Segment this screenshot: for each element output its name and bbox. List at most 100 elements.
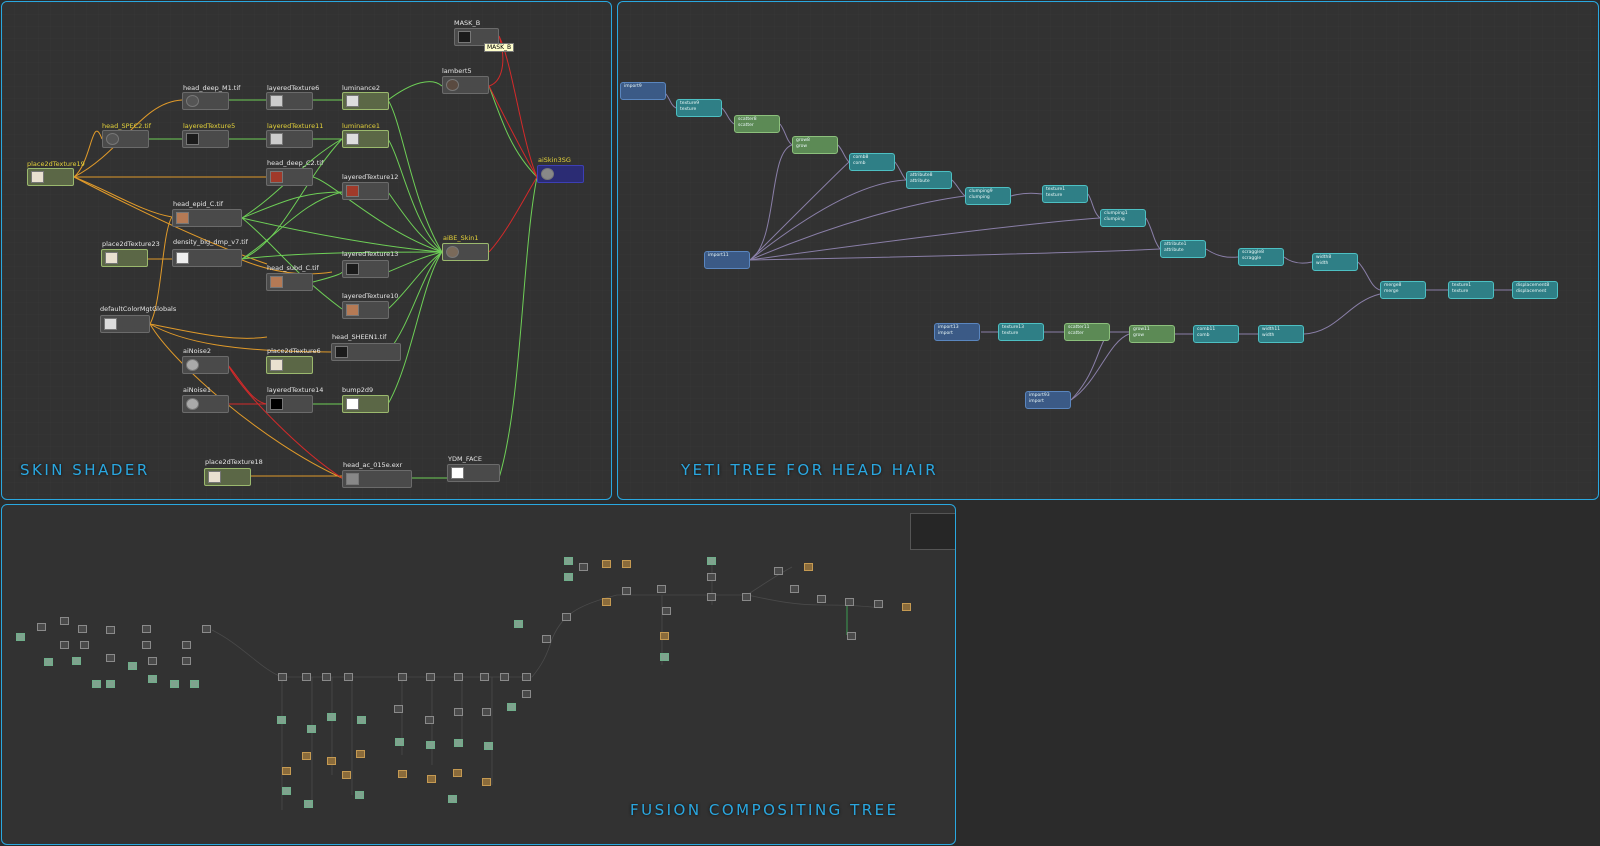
node-head-ac[interactable] [342, 470, 412, 488]
fusion-node[interactable] [106, 680, 115, 688]
fusion-node[interactable] [662, 607, 671, 615]
yeti-node-texture9[interactable]: texture9 texture [676, 99, 722, 117]
fusion-node[interactable] [60, 641, 69, 649]
fusion-node[interactable] [500, 673, 509, 681]
yeti-node-grow11[interactable]: grow11 grow [1129, 325, 1175, 343]
fusion-node[interactable] [322, 673, 331, 681]
node-lambert5[interactable] [442, 76, 489, 94]
fusion-node[interactable] [142, 625, 151, 633]
fusion-node[interactable] [44, 658, 53, 666]
fusion-node[interactable] [514, 620, 523, 628]
fusion-node[interactable] [327, 713, 336, 721]
fusion-node[interactable] [522, 690, 531, 698]
node-head-spec2[interactable] [102, 130, 149, 148]
fusion-node[interactable] [398, 673, 407, 681]
node-aiskin3sg[interactable] [537, 165, 584, 183]
fusion-node[interactable] [342, 771, 351, 779]
skin-shader-panel[interactable]: MASK_B MASK_B lambert5 head_deep_M1.tif … [1, 1, 612, 500]
fusion-node[interactable] [774, 567, 783, 575]
fusion-node[interactable] [657, 585, 666, 593]
fusion-node[interactable] [344, 673, 353, 681]
fusion-node[interactable] [60, 617, 69, 625]
fusion-node[interactable] [602, 560, 611, 568]
yeti-node-width8[interactable]: width8 width [1312, 253, 1358, 271]
fusion-node[interactable] [106, 626, 115, 634]
fusion-node[interactable] [564, 573, 573, 581]
fusion-node[interactable] [804, 563, 813, 571]
fusion-node[interactable] [707, 573, 716, 581]
node-ainoise1[interactable] [182, 395, 229, 413]
fusion-node[interactable] [278, 673, 287, 681]
fusion-node[interactable] [902, 603, 911, 611]
yeti-node-width11[interactable]: width11 width [1258, 325, 1304, 343]
fusion-node[interactable] [507, 703, 516, 711]
fusion-node[interactable] [622, 560, 631, 568]
fusion-node[interactable] [72, 657, 81, 665]
fusion-node[interactable] [182, 641, 191, 649]
fusion-node[interactable] [480, 673, 489, 681]
node-luminance2[interactable] [342, 92, 389, 110]
node-head-deep-m1[interactable] [182, 92, 229, 110]
fusion-node[interactable] [562, 613, 571, 621]
yeti-node-texture13[interactable]: texture13 texture [998, 323, 1044, 341]
yeti-node-texture1[interactable]: texture1 texture [1448, 281, 1494, 299]
node-layered6[interactable] [266, 92, 313, 110]
yeti-node-grow8[interactable]: grow8 grow [792, 136, 838, 154]
fusion-node[interactable] [707, 557, 716, 565]
fusion-node[interactable] [482, 708, 491, 716]
node-layered14[interactable] [266, 395, 313, 413]
fusion-node[interactable] [542, 635, 551, 643]
fusion-node[interactable] [847, 632, 856, 640]
fusion-node[interactable] [453, 769, 462, 777]
node-layered12[interactable] [342, 182, 389, 200]
fusion-node[interactable] [356, 750, 365, 758]
fusion-node[interactable] [707, 593, 716, 601]
node-head-deep-c2[interactable] [266, 168, 313, 186]
yeti-node-scatter8[interactable]: scatter8 scatter [734, 115, 780, 133]
fusion-compositing-panel[interactable]: FUSION COMPOSITING TREE [1, 504, 956, 845]
fusion-node[interactable] [302, 752, 311, 760]
fusion-node[interactable] [602, 598, 611, 606]
node-place2d6[interactable] [266, 356, 313, 374]
fusion-node[interactable] [425, 716, 434, 724]
yeti-node-import9[interactable]: import9 [620, 82, 666, 100]
node-ainoise2[interactable] [182, 356, 229, 374]
fusion-node[interactable] [454, 708, 463, 716]
fusion-node[interactable] [790, 585, 799, 593]
fusion-node[interactable] [355, 791, 364, 799]
node-layered10[interactable] [342, 301, 389, 319]
yeti-node-scraggle8[interactable]: scraggle8 scraggle [1238, 248, 1284, 266]
yeti-node-comb11[interactable]: comb11 comb [1193, 325, 1239, 343]
minimap[interactable] [910, 513, 955, 550]
fusion-node[interactable] [37, 623, 46, 631]
yeti-node-import11[interactable]: import11 [704, 251, 750, 269]
fusion-node[interactable] [454, 739, 463, 747]
yeti-node-attribute1[interactable]: attribute1 attribute [1160, 240, 1206, 258]
fusion-node[interactable] [92, 680, 101, 688]
fusion-node[interactable] [564, 557, 573, 565]
fusion-node[interactable] [482, 778, 491, 786]
fusion-node[interactable] [190, 680, 199, 688]
fusion-node[interactable] [302, 673, 311, 681]
fusion-node[interactable] [427, 775, 436, 783]
yeti-tree-panel[interactable]: import9 texture9 texture scatter8 scatter g… [617, 1, 1599, 500]
fusion-node[interactable] [874, 600, 883, 608]
fusion-node[interactable] [522, 673, 531, 681]
fusion-node[interactable] [304, 800, 313, 808]
yeti-node-import93[interactable]: import93 import [1025, 391, 1071, 409]
fusion-node[interactable] [622, 587, 631, 595]
fusion-node[interactable] [128, 662, 137, 670]
fusion-node[interactable] [426, 741, 435, 749]
fusion-node[interactable] [277, 716, 286, 724]
node-luminance1[interactable] [342, 130, 389, 148]
node-aibe-skin1[interactable] [442, 243, 489, 261]
fusion-node[interactable] [282, 767, 291, 775]
node-layered13[interactable] [342, 260, 389, 278]
fusion-node[interactable] [426, 673, 435, 681]
fusion-node[interactable] [579, 563, 588, 571]
node-default-color[interactable] [100, 315, 150, 333]
yeti-node-comb8[interactable]: comb8 comb [849, 153, 895, 171]
fusion-node[interactable] [78, 625, 87, 633]
fusion-node[interactable] [484, 742, 493, 750]
fusion-node[interactable] [357, 716, 366, 724]
